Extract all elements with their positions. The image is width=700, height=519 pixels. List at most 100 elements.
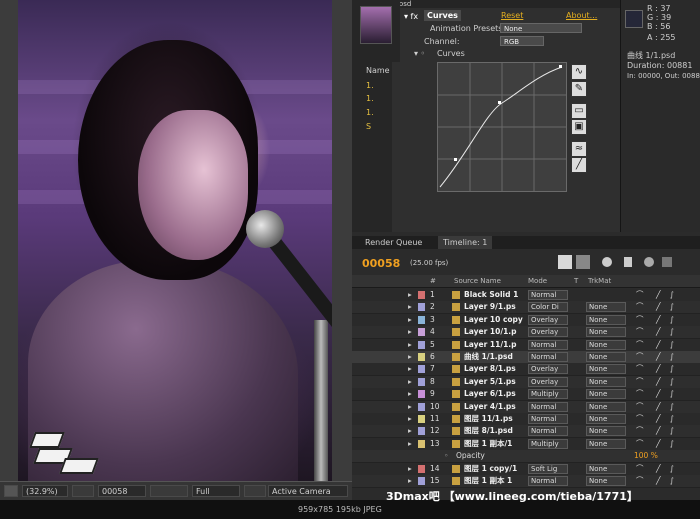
trkmat-dropdown[interactable]: None bbox=[586, 426, 626, 437]
quality-switch-icon[interactable]: ╱ bbox=[656, 388, 661, 400]
layer-mode-dropdown[interactable]: Normal bbox=[528, 414, 568, 424]
layer-row[interactable]: ▸ 15 图层 1 副本 1 Normal None ⌒ ╱ ∫ bbox=[352, 475, 700, 488]
curve-point[interactable] bbox=[454, 158, 457, 161]
layer-name[interactable]: Layer 6/1.ps bbox=[464, 388, 516, 400]
label-color-icon[interactable] bbox=[418, 303, 425, 312]
layer-name[interactable]: Layer 10 copy bbox=[464, 314, 523, 326]
expand-arrow-icon[interactable]: ▸ bbox=[408, 363, 412, 375]
trkmat-dropdown[interactable]: None bbox=[586, 389, 626, 400]
label-color-icon[interactable] bbox=[418, 402, 425, 411]
expand-arrow-icon[interactable]: ▸ bbox=[408, 339, 412, 351]
expand-arrow-icon[interactable]: ▸ bbox=[408, 301, 412, 313]
curves-graph[interactable] bbox=[437, 62, 567, 192]
layer-row[interactable]: ▸ 2 Layer 9/1.ps Color Di None ⌒ ╱ ∫ bbox=[352, 301, 700, 315]
shy-switch-icon[interactable]: ⌒ bbox=[636, 376, 644, 388]
quality-switch-icon[interactable]: ╱ bbox=[656, 363, 661, 375]
opacity-row[interactable]: ◦ Opacity 100 % bbox=[352, 450, 700, 463]
trkmat-dropdown[interactable]: None bbox=[586, 376, 626, 387]
quality-switch-icon[interactable]: ╱ bbox=[656, 413, 661, 425]
header-mode[interactable]: Mode bbox=[528, 275, 547, 287]
layer-row[interactable]: ▸ 4 Layer 10/1.p Overlay None ⌒ ╱ ∫ bbox=[352, 326, 700, 340]
layer-mode-dropdown[interactable]: Normal bbox=[528, 339, 568, 350]
project-item[interactable]: S bbox=[366, 122, 371, 131]
layer-name[interactable]: Layer 11/1.p bbox=[464, 339, 517, 351]
label-color-icon[interactable] bbox=[418, 415, 425, 423]
opacity-value[interactable]: 100 % bbox=[634, 450, 658, 462]
quality-switch-icon[interactable]: ╱ bbox=[656, 425, 661, 437]
layer-name[interactable]: 图层 8/1.psd bbox=[464, 425, 513, 437]
effect-switch-icon[interactable]: ∫ bbox=[670, 438, 674, 450]
shy-switch-icon[interactable]: ⌒ bbox=[636, 301, 644, 313]
effect-switch-icon[interactable]: ∫ bbox=[670, 363, 674, 375]
shy-switch-icon[interactable]: ⌒ bbox=[636, 339, 644, 351]
curve-tool-icon[interactable]: ∿ bbox=[571, 64, 587, 80]
quality-switch-icon[interactable]: ╱ bbox=[656, 351, 661, 363]
label-color-icon[interactable] bbox=[418, 315, 425, 324]
layer-mode-dropdown[interactable]: Normal bbox=[528, 426, 568, 437]
effect-switch-icon[interactable]: ∫ bbox=[670, 289, 674, 301]
layer-mode-dropdown[interactable]: Normal bbox=[528, 352, 568, 362]
shy-switch-icon[interactable]: ⌒ bbox=[636, 475, 644, 487]
quality-switch-icon[interactable]: ╱ bbox=[656, 401, 661, 413]
layer-name[interactable]: 图层 1 copy/1 bbox=[464, 463, 517, 475]
expand-arrow-icon[interactable]: ▸ bbox=[408, 401, 412, 413]
label-color-icon[interactable] bbox=[418, 365, 425, 374]
quality-switch-icon[interactable]: ╱ bbox=[656, 314, 661, 326]
shy-switch-icon[interactable]: ⌒ bbox=[636, 314, 644, 326]
effect-switch-icon[interactable]: ∫ bbox=[670, 388, 674, 400]
label-color-icon[interactable] bbox=[418, 465, 425, 473]
expand-arrow-icon[interactable]: ▸ bbox=[408, 475, 412, 487]
shy-switch-icon[interactable]: ⌒ bbox=[636, 463, 644, 475]
layer-name[interactable]: 图层 11/1.ps bbox=[464, 413, 513, 425]
smooth-icon[interactable]: ≈ bbox=[571, 141, 587, 157]
shy-switch-icon[interactable]: ⌒ bbox=[636, 413, 644, 425]
effect-switch-icon[interactable]: ∫ bbox=[670, 376, 674, 388]
shy-switch-icon[interactable]: ⌒ bbox=[636, 351, 644, 363]
quality-switch-icon[interactable]: ╱ bbox=[656, 326, 661, 338]
layer-mode-dropdown[interactable]: Multiply bbox=[528, 389, 568, 400]
channel-dropdown[interactable]: RGB bbox=[500, 36, 544, 46]
frame-blend-icon[interactable] bbox=[624, 257, 632, 267]
layer-mode-dropdown[interactable]: Overlay bbox=[528, 327, 568, 338]
trkmat-dropdown[interactable]: None bbox=[586, 352, 626, 362]
layer-mode-dropdown[interactable]: Overlay bbox=[528, 364, 568, 375]
project-item[interactable]: 1. bbox=[366, 94, 374, 103]
shy-switch-icon[interactable]: ⌒ bbox=[636, 289, 644, 301]
camera-select[interactable]: Active Camera bbox=[268, 485, 348, 497]
safe-zones-icon[interactable] bbox=[72, 485, 94, 497]
composition-image[interactable] bbox=[18, 0, 332, 481]
effect-switch-icon[interactable]: ∫ bbox=[670, 351, 674, 363]
layer-name[interactable]: 图层 1 副本 1 bbox=[464, 475, 512, 487]
view-toggle-icon[interactable] bbox=[4, 485, 18, 497]
effect-switch-icon[interactable]: ∫ bbox=[670, 463, 674, 475]
quality-switch-icon[interactable]: ╱ bbox=[656, 438, 661, 450]
stopwatch-icon[interactable]: ◦ bbox=[444, 450, 448, 462]
effect-switch-icon[interactable]: ∫ bbox=[670, 326, 674, 338]
layer-mode-dropdown[interactable]: Soft Lig bbox=[528, 464, 568, 474]
layer-row[interactable]: ▸ 10 Layer 4/1.ps Normal None ⌒ ╱ ∫ bbox=[352, 400, 700, 414]
expand-arrow-icon[interactable]: ▸ bbox=[408, 388, 412, 400]
expand-arrow-icon[interactable]: ▸ bbox=[408, 425, 412, 437]
label-color-icon[interactable] bbox=[418, 427, 425, 436]
layer-row[interactable]: ▸ 3 Layer 10 copy Overlay None ⌒ ╱ ∫ bbox=[352, 313, 700, 327]
layer-mode-dropdown[interactable]: Overlay bbox=[528, 376, 568, 387]
effect-switch-icon[interactable]: ∫ bbox=[670, 401, 674, 413]
label-color-icon[interactable] bbox=[418, 477, 425, 485]
timecode-field[interactable]: 00058 bbox=[98, 485, 146, 497]
expand-arrow-icon[interactable]: ▸ bbox=[408, 438, 412, 450]
reset-link[interactable]: Reset bbox=[501, 11, 523, 20]
region-icon[interactable] bbox=[244, 485, 266, 497]
label-color-icon[interactable] bbox=[418, 353, 425, 361]
quality-switch-icon[interactable]: ╱ bbox=[656, 289, 661, 301]
layer-row[interactable]: ▸ 13 图层 1 副本/1 Multiply None ⌒ ╱ ∫ bbox=[352, 437, 700, 451]
expand-arrow-icon[interactable]: ▸ bbox=[408, 463, 412, 475]
draft-3d-icon[interactable] bbox=[576, 255, 590, 269]
effect-switch-icon[interactable]: ∫ bbox=[670, 475, 674, 487]
layer-mode-dropdown[interactable]: Color Di bbox=[528, 302, 568, 313]
presets-dropdown[interactable]: None bbox=[500, 23, 582, 33]
comp-flowchart-icon[interactable] bbox=[558, 255, 572, 269]
label-color-icon[interactable] bbox=[418, 340, 425, 349]
snapshot-icon[interactable] bbox=[150, 485, 188, 497]
layer-row[interactable]: ▸ 6 曲线 1/1.psd Normal None ⌒ ╱ ∫ bbox=[352, 351, 700, 364]
layer-row[interactable]: ▸ 11 图层 11/1.ps Normal None ⌒ ╱ ∫ bbox=[352, 413, 700, 426]
